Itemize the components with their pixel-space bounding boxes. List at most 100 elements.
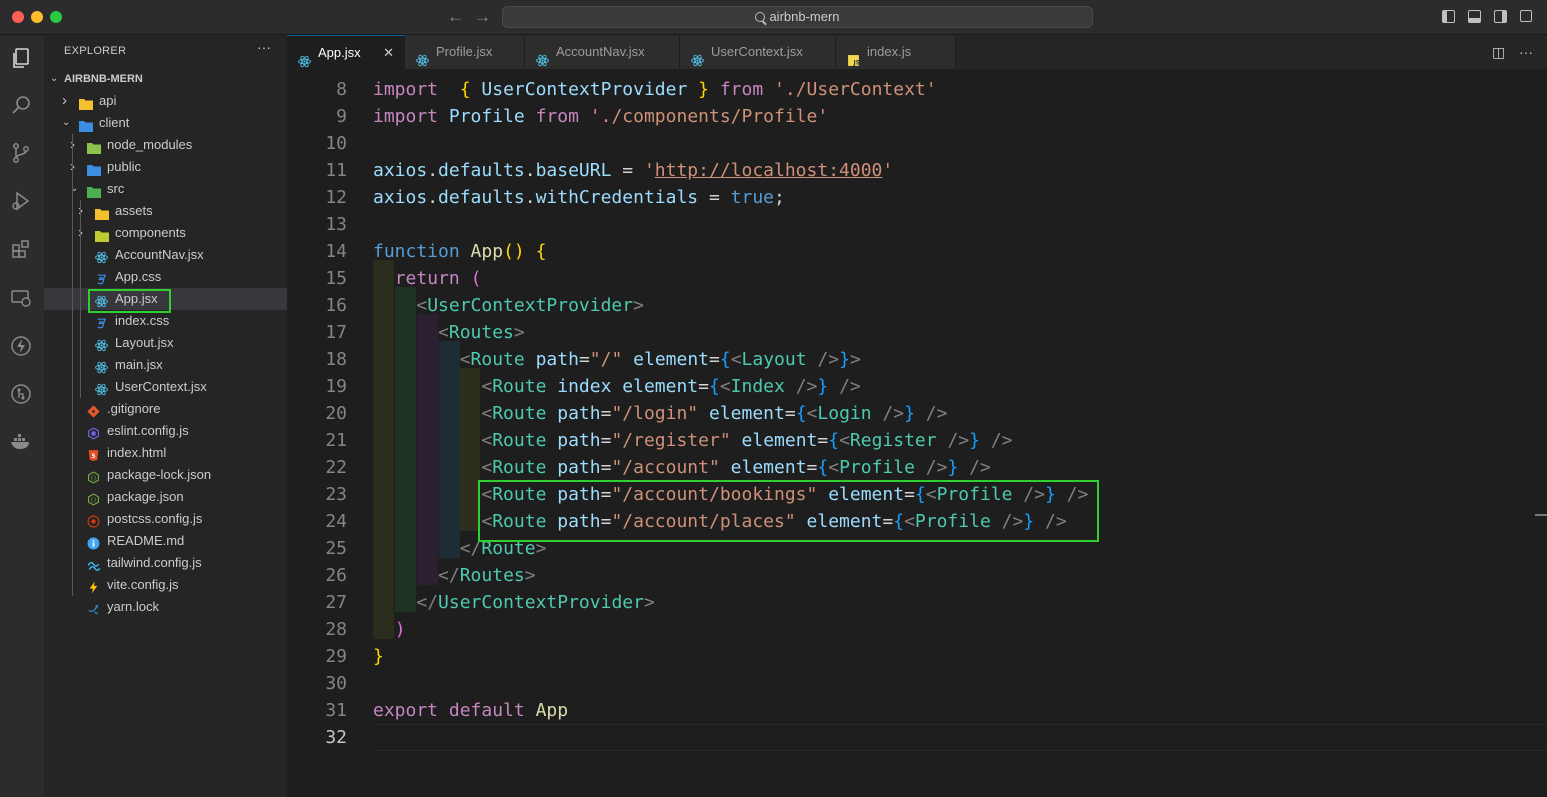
toggle-panel-icon[interactable] <box>1468 10 1481 23</box>
forward-arrow-icon[interactable]: → <box>474 7 491 27</box>
file-item-readme-md[interactable]: README.md <box>44 530 287 552</box>
code-line[interactable]: 13 <box>287 211 1547 238</box>
code-token: = <box>698 376 709 397</box>
close-window-button[interactable] <box>12 11 24 23</box>
activity-bar <box>0 35 44 797</box>
code-token: { <box>535 241 547 262</box>
code-line[interactable]: 15 return ( <box>287 265 1547 292</box>
tab-index-js[interactable]: JS index.js <box>836 35 956 69</box>
code-line[interactable]: 20 <Route path="/login" element={<Login … <box>287 400 1547 427</box>
split-editor-icon[interactable]: ◫ <box>1492 44 1505 61</box>
toggle-secondary-sidebar-icon[interactable] <box>1494 10 1507 23</box>
file-item-package-json[interactable]: {} package.json <box>44 486 287 508</box>
line-number: 18 <box>325 349 347 370</box>
file-item-gitignore[interactable]: .gitignore <box>44 398 287 420</box>
code-token: App <box>535 700 569 721</box>
code-line[interactable]: 12 axios.defaults.withCredentials = true; <box>287 184 1547 211</box>
more-actions-icon[interactable]: ··· <box>257 39 271 55</box>
customize-layout-icon[interactable] <box>1520 10 1532 22</box>
code-line[interactable]: 29} <box>287 643 1547 670</box>
docker-icon[interactable] <box>8 429 34 455</box>
tree-item-label: assets <box>115 203 153 218</box>
maximize-window-button[interactable] <box>50 11 62 23</box>
editor-tabs: App.jsx ✕ Profile.jsx AccountNav.jsx UserCon… <box>287 35 1547 69</box>
code-line[interactable]: 28 ) <box>287 616 1547 643</box>
code-line[interactable]: 14 function App() { <box>287 238 1547 265</box>
code-line[interactable]: 31 export default App <box>287 697 1547 724</box>
tab-usercontext-jsx[interactable]: UserContext.jsx <box>680 35 836 69</box>
file-item-eslint-config-js[interactable]: eslint.config.js <box>44 420 287 442</box>
extensions-icon[interactable] <box>8 236 34 262</box>
files-icon[interactable] <box>8 45 34 71</box>
code-token: Profile <box>936 484 1013 505</box>
command-center-search[interactable]: airbnb-mern <box>502 6 1093 28</box>
code-line[interactable]: 27 </UserContextProvider> <box>287 589 1547 616</box>
gitlens-icon[interactable] <box>8 381 34 407</box>
code-line[interactable]: 16 <UserContextProvider> <box>287 292 1547 319</box>
code-line[interactable]: 19 <Route index element={<Index />} /> <box>287 373 1547 400</box>
code-token: UserContextProvider <box>481 79 688 100</box>
line-number: 29 <box>325 646 347 667</box>
code-line[interactable]: 11 axios.defaults.baseURL = 'http://local… <box>287 157 1547 184</box>
remote-explorer-icon[interactable] <box>8 285 34 311</box>
code-line[interactable]: 26 </Routes> <box>287 562 1547 589</box>
scrollbar-marker[interactable] <box>1535 514 1547 516</box>
code-line[interactable]: 17 <Routes> <box>287 319 1547 346</box>
code-line[interactable]: 24 <Route path="/account/places" element… <box>287 508 1547 535</box>
tree-item-label: node_modules <box>107 137 193 152</box>
code-editor[interactable]: 8 import { UserContextProvider } from './… <box>287 69 1547 797</box>
tab-profile-jsx[interactable]: Profile.jsx <box>405 35 525 69</box>
svg-text:{}: {} <box>90 498 96 504</box>
code-token: ) <box>394 619 406 640</box>
file-item-postcss-config-js[interactable]: postcss.config.js <box>44 508 287 530</box>
toggle-primary-sidebar-icon[interactable] <box>1442 10 1455 23</box>
file-item-package-lock-json[interactable]: {} package-lock.json <box>44 464 287 486</box>
workspace-root[interactable]: ⌄ AIRBNB-MERN <box>44 68 287 90</box>
close-icon[interactable]: ✕ <box>383 36 394 70</box>
run-debug-icon[interactable] <box>8 188 34 214</box>
file-item-tailwind-config-js[interactable]: tailwind.config.js <box>44 552 287 574</box>
file-item-index-html[interactable]: 5 index.html <box>44 442 287 464</box>
folder-item-node-modules[interactable]: ›node_modules <box>44 134 287 156</box>
tree-item-label: public <box>107 159 141 174</box>
minimize-window-button[interactable] <box>31 11 43 23</box>
folder-item-src[interactable]: ⌄ src <box>44 178 287 200</box>
react-icon <box>95 337 108 352</box>
back-arrow-icon[interactable]: ← <box>447 7 464 27</box>
tab-app-jsx[interactable]: App.jsx ✕ <box>287 35 405 69</box>
code-token: element <box>633 349 709 370</box>
code-text: axios.defaults.withCredentials = true; <box>373 184 785 211</box>
line-number: 27 <box>325 592 347 613</box>
code-line[interactable]: 21 <Route path="/register" element={<Reg… <box>287 427 1547 454</box>
tab-accountnav-jsx[interactable]: AccountNav.jsx <box>525 35 680 69</box>
folder-item-client[interactable]: ⌄ client <box>44 112 287 134</box>
file-item-vite-config-js[interactable]: vite.config.js <box>44 574 287 596</box>
code-line[interactable]: 32 <box>287 724 1547 751</box>
code-line[interactable]: 8 import { UserContextProvider } from './… <box>287 76 1547 103</box>
folder-item-api[interactable]: › api <box>44 90 287 112</box>
chevron-down-icon: ⌄ <box>50 73 59 84</box>
file-item-yarn-lock[interactable]: yarn.lock <box>44 596 287 618</box>
code-line[interactable]: 18 <Route path="/" element={<Layout />}> <box>287 346 1547 373</box>
code-text: </UserContextProvider> <box>373 589 654 616</box>
code-line[interactable]: 30 <box>287 670 1547 697</box>
code-line[interactable]: 23 <Route path="/account/bookings" eleme… <box>287 481 1547 508</box>
source-control-icon[interactable] <box>8 140 34 166</box>
thunder-icon[interactable] <box>8 333 34 359</box>
code-line[interactable]: 22 <Route path="/account" element={<Prof… <box>287 454 1547 481</box>
editor-more-icon[interactable]: ··· <box>1519 44 1533 60</box>
line-number: 19 <box>325 376 347 397</box>
code-token: = <box>806 457 818 478</box>
code-line[interactable]: 9 import Profile from './components/Profi… <box>287 103 1547 130</box>
code-line[interactable]: 25 </Route> <box>287 535 1547 562</box>
folder-item-public[interactable]: ›public <box>44 156 287 178</box>
code-token: < <box>839 430 850 451</box>
search-icon[interactable] <box>8 92 34 118</box>
code-line[interactable]: 10 <box>287 130 1547 157</box>
code-token: = <box>600 403 612 424</box>
